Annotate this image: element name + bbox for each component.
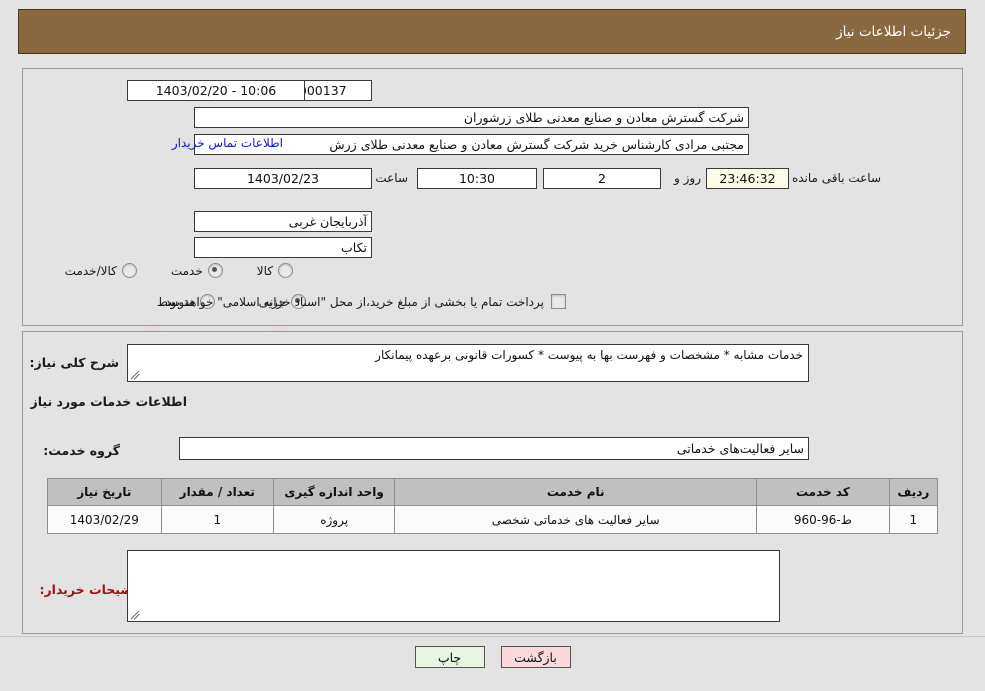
buyer-org-value: شرکت گسترش معادن و صنایع معدنی طلای زرشو… <box>194 107 749 128</box>
footer-button-bar: بازگشت چاپ <box>0 646 985 668</box>
page-title: جزئیات اطلاعات نیاز <box>836 23 951 40</box>
th-date: تاریخ نیاز <box>47 478 162 506</box>
announce-value: 10:06 - 1403/02/20 <box>127 80 305 101</box>
description-value: خدمات مشابه * مشخصات و فهرست بها به پیوس… <box>375 348 803 362</box>
services-section-heading: اطلاعات خدمات مورد نیاز <box>30 394 188 409</box>
category-radio-kala[interactable]: کالا <box>257 263 293 278</box>
checkbox-icon[interactable] <box>551 294 566 309</box>
page-header: جزئیات اطلاعات نیاز <box>18 9 966 54</box>
print-button[interactable]: چاپ <box>414 646 485 668</box>
resize-grip-icon[interactable] <box>130 610 140 620</box>
radio-circle-selected-icon[interactable] <box>207 263 223 278</box>
cell-name: سایر فعالیت های خدماتی شخصی <box>394 505 758 534</box>
radio-circle-icon[interactable] <box>278 263 293 278</box>
countdown-timer-value: 23:46:32 <box>706 168 789 189</box>
table-row: 1 ط-96-960 سایر فعالیت های خدماتی شخصی پ… <box>47 505 939 534</box>
th-index: ردیف <box>888 478 939 506</box>
service-group-value: سایر فعالیت‌های خدماتی <box>179 437 809 460</box>
deadline-time-value: 10:30 <box>417 168 537 189</box>
province-value: آذربایجان غربی <box>194 211 372 232</box>
buyer-contact-link[interactable]: اطلاعات تماس خریدار <box>172 136 283 150</box>
deadline-date-value: 1403/02/23 <box>194 168 372 189</box>
back-button[interactable]: بازگشت <box>500 646 571 668</box>
category-option-label: کالا <box>256 263 273 278</box>
hour-label: ساعت <box>375 171 408 185</box>
buyer-notes-textarea[interactable] <box>127 550 780 622</box>
days-remaining-value: 2 <box>543 168 661 189</box>
category-radio-kala-khedmat[interactable]: کالا/خدمت <box>65 263 137 278</box>
radio-circle-icon[interactable] <box>121 263 137 278</box>
treasury-checkbox-row[interactable]: پرداخت تمام یا بخشی از مبلغ خرید،از محل … <box>161 294 566 309</box>
th-quantity: تعداد / مقدار <box>160 478 274 506</box>
description-textarea[interactable]: خدمات مشابه * مشخصات و فهرست بها به پیوس… <box>127 344 809 382</box>
category-option-label: کالا/خدمت <box>64 263 117 278</box>
cell-code: ط-96-960 <box>756 505 890 534</box>
city-value: تکاب <box>194 237 372 258</box>
cell-unit: پروژه <box>272 505 396 534</box>
cell-index: 1 <box>888 505 939 534</box>
services-table: ردیف کد خدمت نام خدمت واحد اندازه گیری ت… <box>47 478 939 534</box>
footer-divider <box>0 636 985 637</box>
category-radio-group[interactable]: کالا خدمت کالا/خدمت <box>65 263 293 278</box>
category-radio-khedmat[interactable]: خدمت <box>171 263 223 278</box>
description-label: شرح کلی نیاز: <box>29 355 119 370</box>
th-code: کد خدمت <box>756 478 890 506</box>
cell-quantity: 1 <box>160 505 274 534</box>
th-name: نام خدمت <box>394 478 758 506</box>
th-unit: واحد اندازه گیری <box>272 478 396 506</box>
table-header-row: ردیف کد خدمت نام خدمت واحد اندازه گیری ت… <box>47 478 939 506</box>
treasury-checkbox-label: پرداخت تمام یا بخشی از مبلغ خرید،از محل … <box>161 294 544 309</box>
service-group-label: گروه خدمت: <box>43 443 120 458</box>
resize-grip-icon[interactable] <box>130 370 140 380</box>
remaining-hours-label: ساعت باقی مانده <box>791 171 881 185</box>
category-option-label: خدمت <box>170 263 203 278</box>
cell-date: 1403/02/29 <box>47 505 162 534</box>
days-label: روز و <box>674 171 701 185</box>
